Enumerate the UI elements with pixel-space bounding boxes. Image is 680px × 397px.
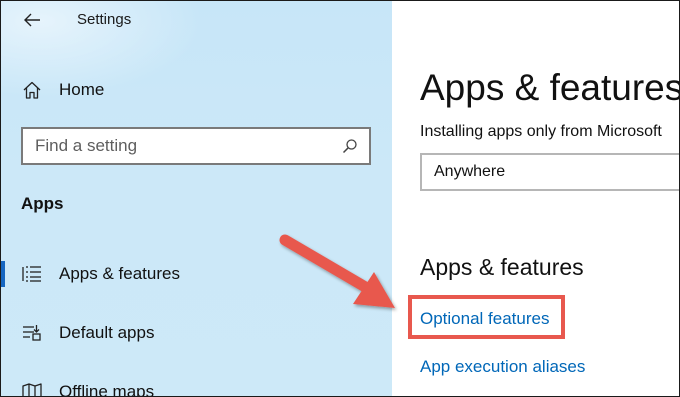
back-button[interactable] [19, 7, 45, 33]
back-arrow-icon [24, 13, 40, 27]
search-icon[interactable] [335, 131, 365, 161]
selected-indicator [1, 261, 5, 287]
search-box[interactable] [21, 127, 371, 165]
sidebar-item-offline-maps[interactable]: Offline maps [1, 375, 392, 397]
sidebar-item-label: Apps & features [59, 264, 180, 283]
main-content: Apps & features Installing apps only fro… [392, 1, 680, 396]
install-source-dropdown[interactable]: Anywhere [420, 153, 679, 191]
sidebar: Settings Home Apps [1, 1, 392, 397]
section-heading-apps-features: Apps & features [420, 254, 584, 280]
install-source-label: Installing apps only from Microsoft [420, 123, 662, 140]
map-icon [21, 381, 43, 396]
optional-features-link[interactable]: Optional features [420, 309, 549, 329]
sidebar-item-label: Offline maps [59, 382, 155, 397]
settings-window: Settings Home Apps [0, 0, 680, 397]
default-apps-icon [21, 322, 43, 344]
home-label: Home [59, 80, 105, 99]
sidebar-item-label: Default apps [59, 323, 155, 342]
page-title: Apps & features [420, 67, 680, 108]
dropdown-value: Anywhere [434, 163, 506, 180]
search-input[interactable] [23, 129, 335, 163]
home-icon [21, 79, 43, 101]
annotation-arrow [279, 234, 395, 308]
section-heading-apps: Apps [21, 194, 64, 213]
list-icon [21, 263, 43, 285]
window-title: Settings [77, 11, 132, 28]
sidebar-item-home[interactable]: Home [21, 77, 104, 103]
app-execution-aliases-link[interactable]: App execution aliases [420, 357, 585, 377]
